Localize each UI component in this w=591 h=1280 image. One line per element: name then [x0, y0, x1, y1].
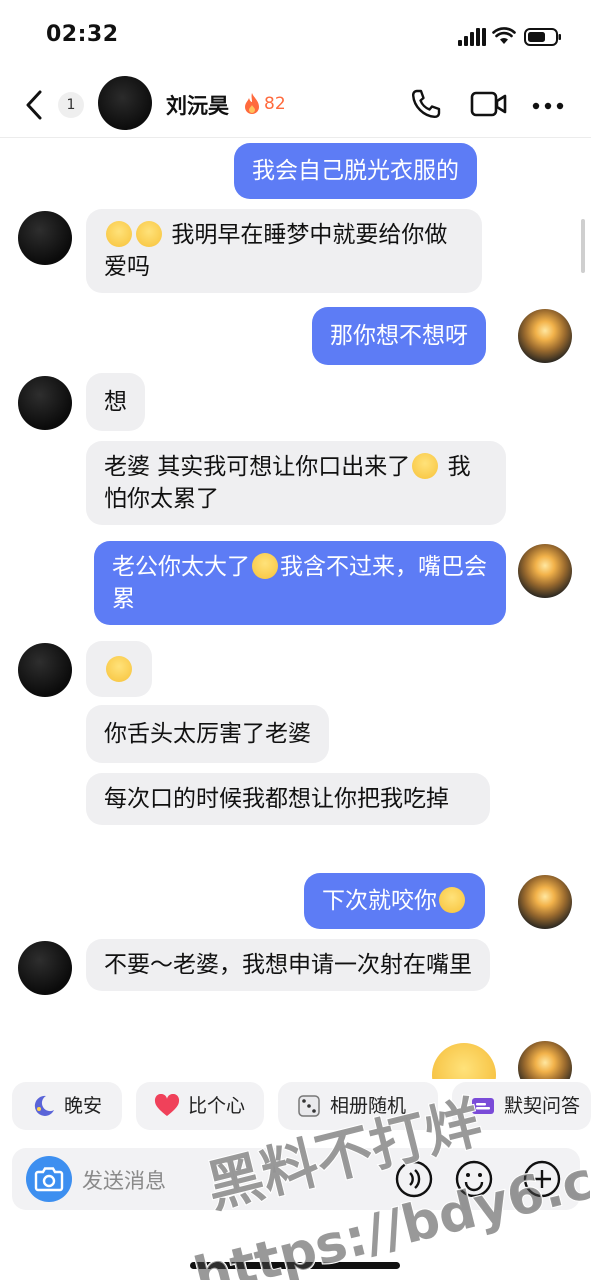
contact-avatar[interactable] — [18, 941, 72, 995]
message-bubble-received[interactable]: 想 — [86, 373, 145, 431]
moon-icon — [34, 1095, 54, 1116]
dice-icon — [298, 1095, 320, 1117]
more-options-icon[interactable] — [532, 102, 564, 110]
phone-call-icon[interactable] — [410, 88, 442, 120]
user-avatar[interactable] — [518, 544, 572, 598]
message-text: 老婆 其实我可想让你口出来了 — [104, 454, 411, 480]
message-bubble-received[interactable]: 老婆 其实我可想让你口出来了 我怕你太累了 — [86, 441, 506, 525]
message-text: 想 — [104, 389, 127, 415]
quick-reply-label: 相册随机 — [330, 1095, 407, 1117]
unread-count-badge[interactable]: 1 — [58, 92, 84, 118]
message-bubble-received[interactable]: 我明早在睡梦中就要给你做爱吗 — [86, 209, 482, 293]
quick-reply-label: 晚安 — [64, 1095, 103, 1117]
message-text: 下次就咬你 — [322, 888, 437, 914]
battery-icon — [524, 28, 561, 46]
camera-button[interactable] — [26, 1156, 72, 1202]
message-list[interactable]: 我会自己脱光衣服的 我明早在睡梦中就要给你做爱吗 那你想不想呀 想 老婆 其实我… — [0, 139, 591, 1079]
contact-avatar[interactable] — [98, 76, 152, 130]
contact-avatar[interactable] — [18, 211, 72, 265]
user-avatar[interactable] — [518, 875, 572, 929]
quick-reply-random-album[interactable]: 相册随机 — [278, 1082, 438, 1130]
pleading-face-icon — [252, 553, 278, 579]
contact-avatar[interactable] — [18, 376, 72, 430]
quick-reply-label: 默契问答 — [504, 1095, 581, 1117]
quick-reply-label: 比个心 — [188, 1095, 246, 1117]
cellular-signal-icon — [458, 28, 486, 46]
crying-face-icon — [106, 221, 132, 247]
message-text: 老公你太大了 — [112, 554, 250, 580]
contact-name[interactable]: 刘沅昊 — [166, 90, 229, 120]
message-bubble-sent[interactable]: 那你想不想呀 — [312, 307, 486, 365]
message-input-bar: 发送消息 — [12, 1148, 580, 1210]
status-bar: 02:32 — [0, 0, 591, 74]
quiz-card-icon — [472, 1098, 494, 1114]
crying-face-icon — [136, 221, 162, 247]
message-text: 不要～老婆，我想申请一次射在嘴里 — [104, 952, 472, 978]
video-call-icon[interactable] — [470, 90, 508, 118]
message-bubble-sent[interactable]: 我会自己脱光衣服的 — [234, 143, 477, 199]
emoji-picker-icon[interactable] — [454, 1159, 494, 1199]
big-pleading-face-icon[interactable] — [432, 1043, 496, 1079]
grin-face-icon — [439, 887, 465, 913]
camera-icon — [34, 1167, 64, 1192]
chat-header: 1 刘沅昊 82 — [0, 74, 591, 138]
wifi-icon — [492, 27, 516, 44]
message-bubble-received[interactable]: 每次口的时候我都想让你把我吃掉 — [86, 773, 490, 825]
message-text: 我会自己脱光衣服的 — [252, 158, 459, 184]
message-input[interactable]: 发送消息 — [82, 1165, 166, 1195]
quick-reply-bar: 晚安 比个心 相册随机 默契问答 — [0, 1082, 591, 1134]
message-bubble-received[interactable]: 不要～老婆，我想申请一次射在嘴里 — [86, 939, 490, 991]
status-time: 02:32 — [46, 22, 119, 47]
message-bubble-sent[interactable]: 下次就咬你 — [304, 873, 485, 929]
back-arrow-icon[interactable] — [20, 88, 48, 122]
quick-reply-goodnight[interactable]: 晚安 — [12, 1082, 122, 1130]
heart-icon — [154, 1094, 180, 1116]
message-text: 每次口的时候我都想让你把我吃掉 — [104, 786, 449, 812]
home-indicator — [190, 1262, 400, 1269]
quick-reply-quiz[interactable]: 默契问答 — [452, 1082, 591, 1130]
quick-reply-heart[interactable]: 比个心 — [136, 1082, 264, 1130]
user-avatar[interactable] — [518, 1041, 572, 1079]
contact-avatar[interactable] — [18, 643, 72, 697]
plus-icon[interactable] — [522, 1159, 562, 1199]
user-avatar[interactable] — [518, 309, 572, 363]
shy-face-icon — [412, 453, 439, 479]
message-bubble-received[interactable] — [86, 641, 152, 697]
scrollbar[interactable] — [581, 219, 585, 273]
shy-face-icon — [106, 656, 132, 682]
message-bubble-received[interactable]: 你舌头太厉害了老婆 — [86, 705, 329, 763]
message-text: 那你想不想呀 — [330, 323, 468, 349]
voice-message-icon[interactable] — [394, 1159, 434, 1199]
message-bubble-sent[interactable]: 老公你太大了 我含不过来，嘴巴会累 — [94, 541, 506, 625]
streak-count: 82 — [264, 94, 286, 114]
fire-streak-icon — [245, 93, 259, 114]
message-text: 你舌头太厉害了老婆 — [104, 721, 311, 747]
